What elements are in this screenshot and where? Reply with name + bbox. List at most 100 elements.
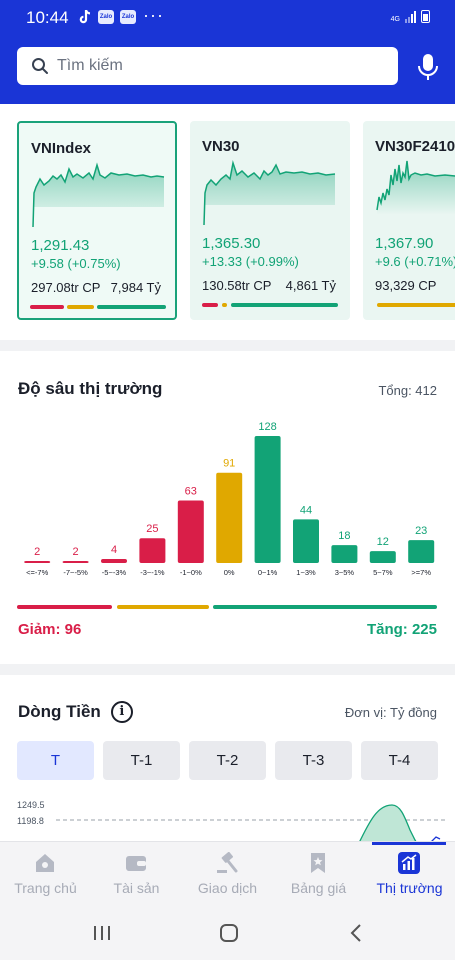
nav-label: Trang chủ <box>14 880 77 896</box>
tab-t[interactable]: T <box>17 741 94 780</box>
index-card-vnindex[interactable]: VNIndex 1,291.43 +9.58 (+0.75%) 297.08tr… <box>17 121 177 320</box>
app-header <box>0 34 455 104</box>
index-name: VNIndex <box>31 140 92 157</box>
depth-category-label: >=7% <box>411 568 431 577</box>
index-card-vn30f2410[interactable]: VN30F2410 1,367.90 +9.6 (+0.71%) 93,329 … <box>363 121 455 320</box>
market-depth-chart: 2 <=-7% 2 -7~-5% 4 -5~-3% 25 -3~-1% 63 -1~0% 91 0% 1… <box>24 421 435 577</box>
depth-value-label: 2 <box>73 546 79 558</box>
tab-t-4[interactable]: T-4 <box>361 741 438 780</box>
search-input[interactable] <box>57 57 357 75</box>
status-time: 10:44 <box>26 8 69 27</box>
depth-value-label: 4 <box>111 544 117 556</box>
tiktok-icon <box>79 9 91 24</box>
info-icon[interactable]: i <box>110 701 133 723</box>
up-ratio-bar <box>231 303 338 307</box>
down-ratio-bar <box>30 305 64 309</box>
up-distribution-bar <box>213 605 437 609</box>
depth-value-label: 2 <box>34 546 40 558</box>
nav-label: Thị trường <box>376 880 443 896</box>
nav-item-price-board[interactable]: Bảng giá <box>273 842 364 906</box>
depth-bar-9 <box>369 551 396 563</box>
money-flow-chart <box>56 804 445 845</box>
index-volume: 297.08tr CP <box>31 280 101 295</box>
depth-category-label: 0~1% <box>258 568 278 577</box>
depth-bar-8 <box>331 545 358 563</box>
search-box[interactable] <box>17 47 398 85</box>
index-sparkline <box>203 160 336 226</box>
index-change: +13.33 (+0.99%) <box>202 254 299 269</box>
depth-category-label: -1~0% <box>180 568 202 577</box>
tab-t-3[interactable]: T-3 <box>275 741 352 780</box>
ref-ratio-bar <box>67 305 94 309</box>
nav-item-assets[interactable]: Tài sản <box>91 842 182 906</box>
up-ratio-bar <box>97 305 166 309</box>
nav-item-market[interactable]: Thị trường <box>364 842 455 906</box>
nav-label: Tài sản <box>113 880 160 896</box>
index-card-vn30[interactable]: VN30 1,365.30 +13.33 (+0.99%) 130.58tr C… <box>190 121 350 320</box>
nav-item-trading[interactable]: Giao dịch <box>182 842 273 906</box>
depth-category-label: <=-7% <box>26 568 48 577</box>
tab-t-2[interactable]: T-2 <box>189 741 266 780</box>
section-title: Dòng Tiền <box>18 702 101 721</box>
depth-category-label: -5~-3% <box>102 568 127 577</box>
depth-category-label: 3~5% <box>335 568 355 577</box>
depth-value-label: 128 <box>258 421 276 433</box>
depth-bar-10 <box>408 540 435 563</box>
market-depth-section: Độ sâu thị trường Tổng: 412 2 <=-7% 2 -7~-5… <box>0 351 455 664</box>
more-notifications-icon: ··· <box>143 5 164 25</box>
advance-count: Tăng: 225 <box>366 621 437 638</box>
home-button-icon[interactable] <box>219 923 239 943</box>
status-bar: 10:44 Zalo Zalo ··· 4G <box>0 0 455 34</box>
back-icon[interactable] <box>347 923 367 943</box>
zalo-icon: Zalo <box>120 10 136 24</box>
index-price: 1,291.43 <box>31 237 90 254</box>
index-change: +9.6 (+0.71%) <box>375 254 455 269</box>
ref-distribution-bar <box>117 605 209 609</box>
depth-bar-1 <box>62 561 89 563</box>
microphone-icon[interactable] <box>416 53 440 81</box>
index-value: 4,861 Tỷ <box>285 278 336 293</box>
index-sparkline <box>32 162 165 228</box>
down-distribution-bar <box>17 605 112 609</box>
depth-bar-0 <box>24 561 51 563</box>
depth-bar-2 <box>101 559 127 563</box>
unit-label: Đơn vị: Tỷ đồng <box>344 705 437 720</box>
depth-bar-7 <box>293 519 319 563</box>
wallet-icon <box>126 856 146 871</box>
index-value: 7,984 Tỷ <box>110 280 161 295</box>
index-name: VN30F2410 <box>375 138 455 155</box>
system-navigation-bar <box>0 905 455 960</box>
battery-icon <box>421 10 430 23</box>
depth-value-label: 18 <box>338 530 350 542</box>
recent-apps-icon[interactable] <box>92 923 112 943</box>
nav-label: Bảng giá <box>290 880 347 896</box>
index-volume: 130.58tr CP <box>202 278 272 293</box>
depth-bar-4 <box>177 500 204 563</box>
ref-ratio-bar <box>222 303 227 307</box>
active-tab-indicator <box>372 842 446 845</box>
index-change: +9.58 (+0.75%) <box>31 256 121 271</box>
depth-category-label: -3~-1% <box>140 568 165 577</box>
depth-bar-5 <box>216 472 243 563</box>
depth-category-label: 0% <box>224 568 235 577</box>
decline-count: Giảm: 96 <box>18 621 82 638</box>
depth-value-label: 44 <box>300 504 312 516</box>
nav-item-home[interactable]: Trang chủ <box>0 842 91 906</box>
period-tabs: T T-1 T-2 T-3 T-4 <box>17 741 438 780</box>
depth-category-label: 5~7% <box>373 568 393 577</box>
home-icon <box>36 854 54 872</box>
network-type: 4G <box>390 16 400 23</box>
section-title: Độ sâu thị trường <box>18 379 163 398</box>
total-count: Tổng: 412 <box>378 383 437 398</box>
tab-t-1[interactable]: T-1 <box>103 741 180 780</box>
index-price: 1,365.30 <box>202 235 261 252</box>
depth-value-label: 63 <box>185 485 197 497</box>
bookmark-icon <box>311 853 325 873</box>
depth-value-label: 25 <box>146 523 158 535</box>
index-name: VN30 <box>202 138 240 155</box>
index-cards: VNIndex 1,291.43 +9.58 (+0.75%) 297.08tr… <box>0 104 455 340</box>
down-ratio-bar <box>202 303 218 307</box>
depth-value-label: 12 <box>377 536 389 548</box>
gavel-icon <box>217 852 238 873</box>
nav-label: Giao dịch <box>197 880 258 896</box>
